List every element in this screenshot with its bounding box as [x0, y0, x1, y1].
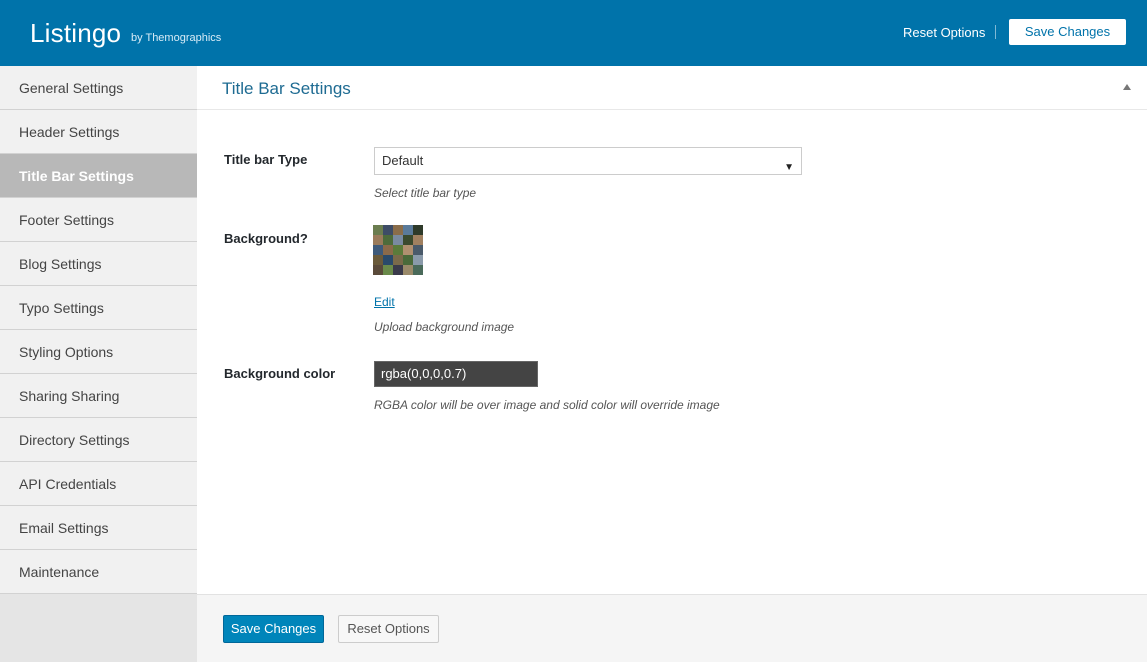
footer-reset-options-button[interactable]: Reset Options	[338, 615, 439, 643]
sidebar-item-email-settings[interactable]: Email Settings	[0, 506, 197, 550]
title-bar-type-label: Title bar Type	[224, 152, 308, 167]
sidebar-item-title-bar-settings[interactable]: Title Bar Settings	[0, 154, 197, 198]
header-reset-options-button[interactable]: Reset Options	[903, 25, 985, 40]
background-edit-link[interactable]: Edit	[374, 295, 395, 309]
top-header: Listingo by Themographics Reset Options …	[0, 0, 1147, 66]
background-label: Background?	[224, 231, 308, 246]
sidebar-item-maintenance[interactable]: Maintenance	[0, 550, 197, 594]
sidebar-item-sharing-sharing[interactable]: Sharing Sharing	[0, 374, 197, 418]
sidebar-item-directory-settings[interactable]: Directory Settings	[0, 418, 197, 462]
sidebar-item-typo-settings[interactable]: Typo Settings	[0, 286, 197, 330]
settings-panel: Title Bar Settings Title bar Type Defaul…	[197, 66, 1147, 594]
header-divider	[995, 25, 996, 39]
dropdown-arrow-icon: ▼	[784, 162, 794, 173]
title-bar-type-value: Default	[382, 153, 424, 168]
app-title: Listingo	[30, 18, 122, 48]
section-header: Title Bar Settings	[197, 66, 1147, 110]
background-description: Upload background image	[374, 320, 515, 334]
settings-sidebar: General Settings Header Settings Title B…	[0, 66, 197, 662]
header-save-changes-button[interactable]: Save Changes	[1009, 19, 1126, 45]
background-color-label: Background color	[224, 366, 336, 381]
background-color-input[interactable]: rgba(0,0,0,0.7)	[374, 361, 538, 387]
title-bar-type-select[interactable]: Default ▼	[374, 147, 802, 175]
section-title: Title Bar Settings	[222, 79, 351, 98]
title-bar-type-description: Select title bar type	[374, 186, 477, 200]
background-color-description: RGBA color will be over image and solid …	[374, 398, 720, 412]
sidebar-item-header-settings[interactable]: Header Settings	[0, 110, 197, 154]
footer-save-changes-button[interactable]: Save Changes	[223, 615, 324, 643]
sidebar-item-footer-settings[interactable]: Footer Settings	[0, 198, 197, 242]
background-image-thumbnail[interactable]	[373, 225, 423, 275]
sidebar-item-api-credentials[interactable]: API Credentials	[0, 462, 197, 506]
footer-bar: Save Changes Reset Options	[197, 594, 1147, 662]
background-image-preview	[373, 225, 423, 275]
sidebar-item-blog-settings[interactable]: Blog Settings	[0, 242, 197, 286]
sidebar-item-styling-options[interactable]: Styling Options	[0, 330, 197, 374]
sidebar-item-general-settings[interactable]: General Settings	[0, 66, 197, 110]
app-byline: by Themographics	[131, 32, 222, 44]
collapse-arrow-icon[interactable]	[1123, 84, 1131, 90]
